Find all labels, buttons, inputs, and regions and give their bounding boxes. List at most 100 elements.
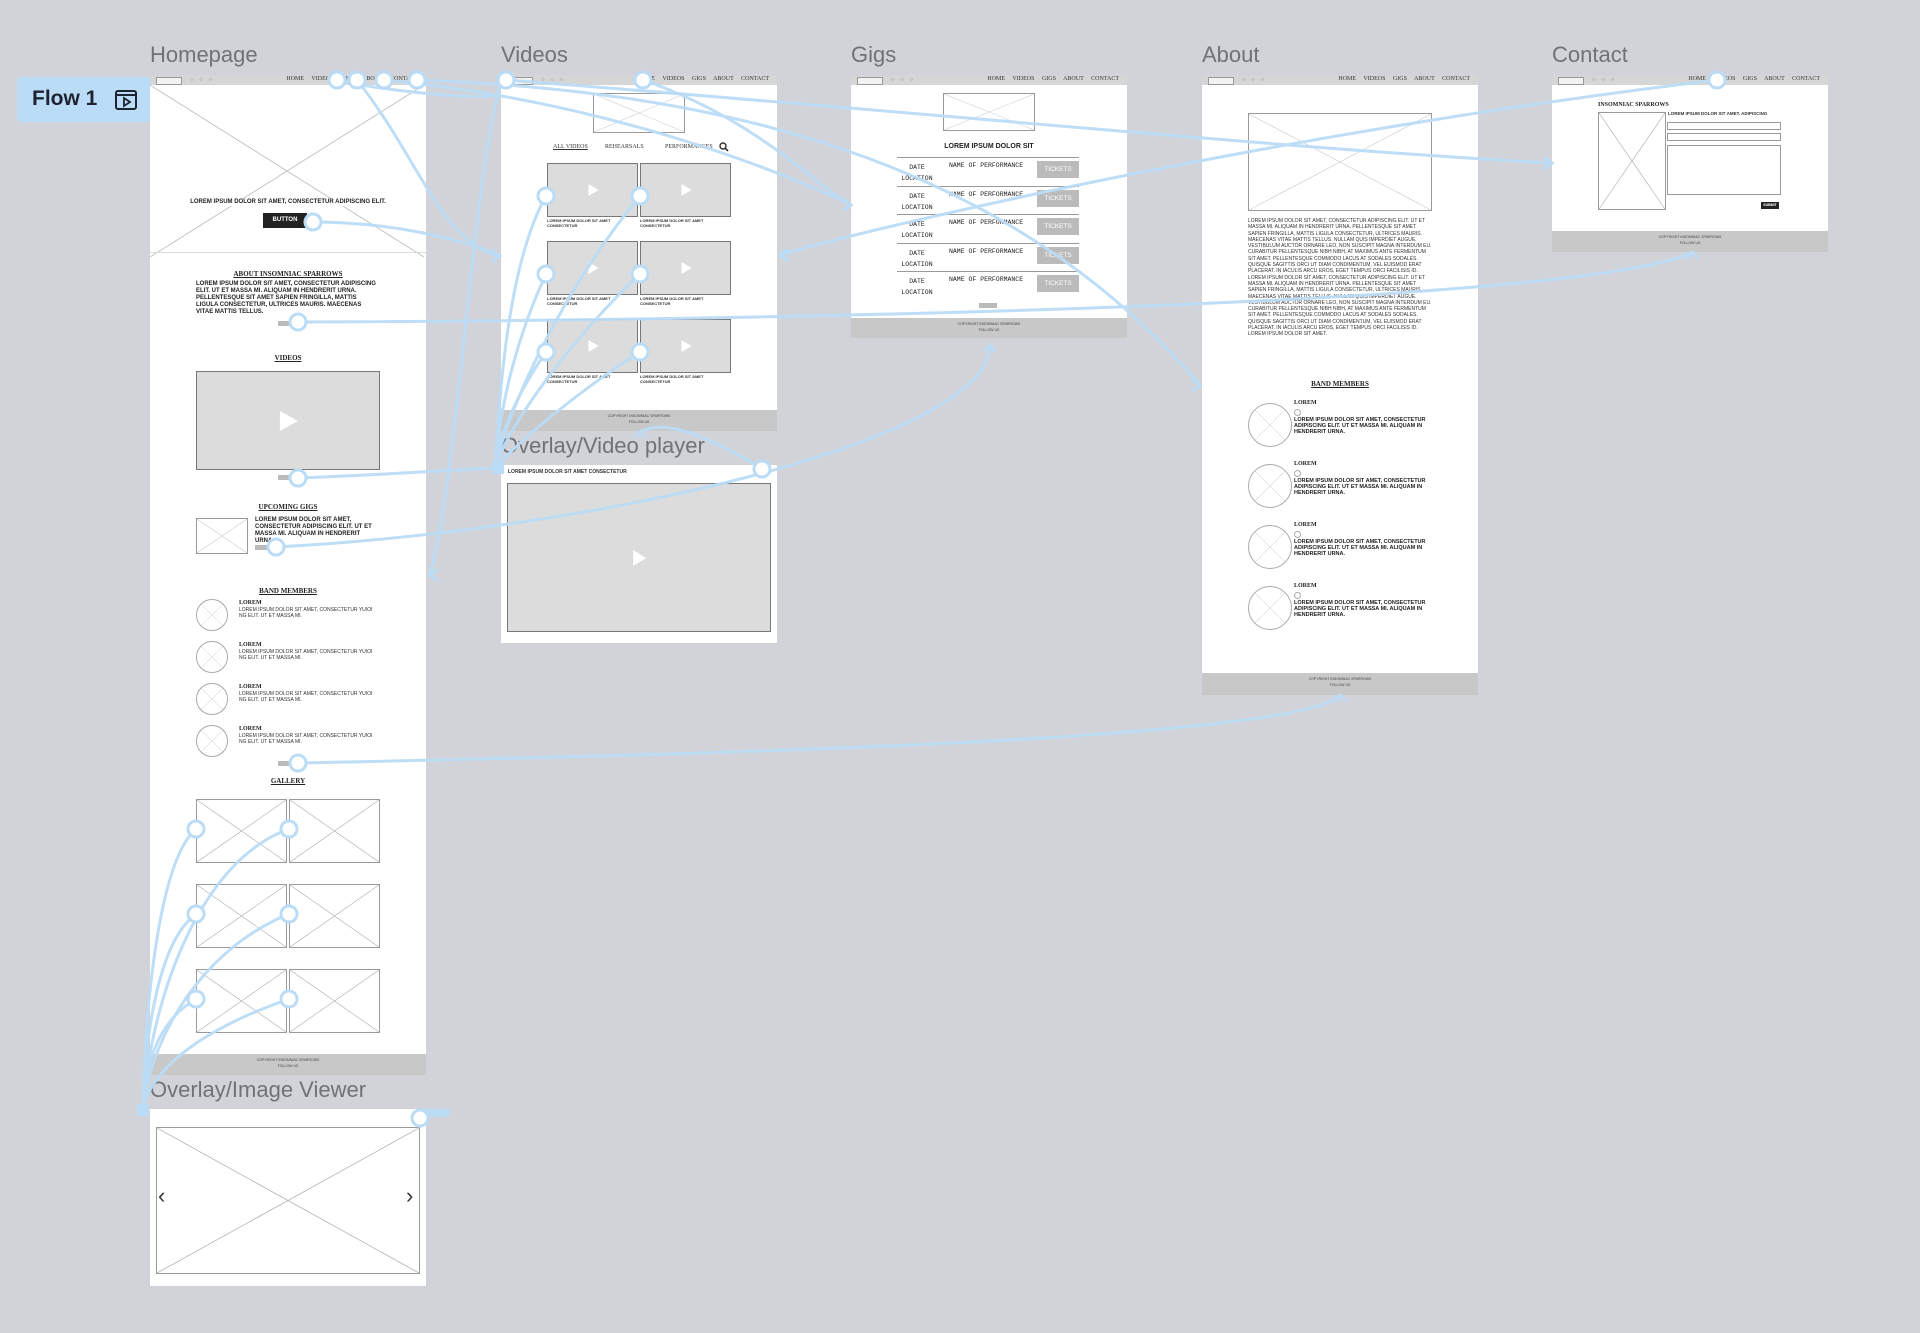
video-player-overlay-frame[interactable]: LOREM IPSUM DOLOR SIT AMET CONSECTETUR xyxy=(501,465,777,643)
submit-button[interactable]: SUBMIT xyxy=(1761,202,1779,209)
social-icons[interactable]: ○ ○ ○ xyxy=(891,77,915,83)
gallery-image[interactable] xyxy=(289,884,380,948)
footer-copyright: COPYRIGHT INSOMNIAC SPARROWS xyxy=(256,1058,320,1062)
hero-button[interactable]: BUTTON xyxy=(263,213,307,228)
play-frame-icon xyxy=(115,90,137,110)
videos-frame[interactable]: ○ ○ ○ HOME VIDEOS GIGS ABOUT CONTACT ALL… xyxy=(501,75,777,431)
play-icon[interactable] xyxy=(681,184,691,196)
flow-label-text: Flow 1 xyxy=(32,87,98,110)
member-text: LOREM IPSUM DOLOR SIT AMET, CONSECTETUR … xyxy=(1294,417,1426,435)
gallery-image[interactable] xyxy=(196,799,287,863)
tab-rehearsals[interactable]: REHEARSALS xyxy=(605,144,644,150)
frame-title-contact[interactable]: Contact xyxy=(1552,42,1628,68)
viewer-image-placeholder xyxy=(156,1127,420,1274)
arrowhead xyxy=(491,248,503,264)
play-icon[interactable] xyxy=(588,262,598,274)
gigs-more-button[interactable] xyxy=(255,545,269,550)
video-thumbnail[interactable] xyxy=(640,241,731,295)
video-player-caption: LOREM IPSUM DOLOR SIT AMET CONSECTETUR xyxy=(508,469,627,475)
social-icons[interactable]: ○ ○ ○ xyxy=(1242,77,1266,83)
message-field[interactable] xyxy=(1667,145,1781,195)
next-arrow-icon[interactable]: › xyxy=(406,1185,413,1207)
email-field[interactable] xyxy=(1667,133,1781,141)
footer-follow: FOLLOW US xyxy=(277,1064,299,1068)
prev-arrow-icon[interactable]: ‹ xyxy=(158,1185,165,1207)
video-thumbnail[interactable] xyxy=(547,319,638,373)
tickets-button[interactable]: TICKETS xyxy=(1037,189,1079,207)
logo[interactable] xyxy=(857,77,883,85)
play-icon[interactable] xyxy=(633,549,647,566)
social-icons[interactable]: ○ ○ ○ xyxy=(1592,77,1616,83)
gig-performance: NAME OF PERFORMANCE xyxy=(949,162,1024,169)
frame-title-homepage[interactable]: Homepage xyxy=(150,42,258,68)
overlay-video-player[interactable] xyxy=(507,483,771,632)
tickets-button[interactable]: TICKETS xyxy=(1037,161,1079,178)
footer-follow: FOLLOW US xyxy=(978,328,1000,332)
social-icons[interactable]: ○ ○ ○ xyxy=(541,77,565,83)
name-field[interactable] xyxy=(1667,122,1781,130)
arrowhead xyxy=(1684,249,1700,260)
play-icon[interactable] xyxy=(681,340,691,352)
gig-date-label: DATE xyxy=(909,164,925,171)
video-thumbnail[interactable] xyxy=(547,241,638,295)
logo[interactable] xyxy=(507,77,533,85)
play-icon[interactable] xyxy=(588,340,598,352)
social-icon[interactable] xyxy=(1294,409,1301,416)
video-thumbnail[interactable] xyxy=(547,163,638,217)
nav-links[interactable]: HOME VIDEOS GIGS ABOUT CONTACT xyxy=(286,76,418,82)
logo[interactable] xyxy=(156,77,182,85)
search-icon[interactable] xyxy=(719,142,729,152)
frame-title-about[interactable]: About xyxy=(1202,42,1260,68)
frame-title-videos[interactable]: Videos xyxy=(501,42,568,68)
contact-image-placeholder xyxy=(1598,112,1666,210)
arrowhead xyxy=(982,342,998,353)
social-icon[interactable] xyxy=(1294,592,1301,599)
image-viewer-overlay-frame[interactable]: ‹ › xyxy=(150,1109,426,1286)
member-name: LOREM xyxy=(239,642,262,648)
social-icon[interactable] xyxy=(1294,531,1301,538)
tab-all-videos[interactable]: ALL VIDEOS xyxy=(553,144,588,150)
about-more-button[interactable] xyxy=(278,321,292,326)
arrowhead xyxy=(427,567,439,583)
tickets-button[interactable]: TICKETS xyxy=(1037,275,1079,292)
gallery-image[interactable] xyxy=(289,799,380,863)
members-more-button[interactable] xyxy=(278,761,292,766)
tab-performances[interactable]: PERFORMANCES xyxy=(665,144,713,150)
logo[interactable] xyxy=(1208,77,1234,85)
nav-links[interactable]: HOME VIDEOS GIGS ABOUT CONTACT xyxy=(1338,76,1470,82)
gigs-load-more[interactable] xyxy=(979,303,997,308)
frame-title-image-viewer[interactable]: Overlay/Image Viewer xyxy=(150,1077,366,1103)
video-caption: LOREM IPSUM DOLOR SIT AMET CONSECTETUR xyxy=(547,218,611,228)
videos-heading: VIDEOS xyxy=(274,354,302,362)
nav-links[interactable]: HOME VIDEOS GIGS ABOUT CONTACT xyxy=(987,76,1119,82)
nav-links[interactable]: HOME VIDEOS GIGS ABOUT CONTACT xyxy=(637,76,769,82)
video-caption: LOREM IPSUM DOLOR SIT AMET CONSECTETUR xyxy=(640,296,704,306)
play-icon[interactable] xyxy=(681,262,691,274)
social-icon[interactable] xyxy=(1294,470,1301,477)
play-icon[interactable] xyxy=(588,184,598,196)
hero-image-placeholder xyxy=(150,85,424,257)
logo[interactable] xyxy=(1558,77,1584,85)
play-icon[interactable] xyxy=(279,410,298,431)
videos-more-button[interactable] xyxy=(278,475,292,480)
homepage-frame[interactable]: ○ ○ ○ HOME VIDEOS GIGS ABOUT CONTACT LOR… xyxy=(150,75,426,1075)
gig-location-label: LOCATION xyxy=(901,260,933,268)
social-icons[interactable]: ○ ○ ○ xyxy=(190,77,214,83)
flow-start-badge[interactable]: Flow 1 xyxy=(17,77,151,122)
gallery-image[interactable] xyxy=(196,884,287,948)
gallery-image[interactable] xyxy=(196,969,287,1033)
gallery-heading: GALLERY xyxy=(270,777,306,785)
gig-date-label: DATE xyxy=(909,221,925,228)
contact-frame[interactable]: ○ ○ ○ HOME VIDEOS GIGS ABOUT CONTACT INS… xyxy=(1552,75,1828,252)
home-video-player[interactable] xyxy=(196,371,380,470)
frame-title-video-player[interactable]: Overlay/Video player xyxy=(501,433,705,459)
tickets-button[interactable]: TICKETS xyxy=(1037,218,1079,235)
frame-title-gigs[interactable]: Gigs xyxy=(851,42,896,68)
video-thumbnail[interactable] xyxy=(640,319,731,373)
gallery-image[interactable] xyxy=(289,969,380,1033)
nav-links[interactable]: HOME VIDEOS GIGS ABOUT CONTACT xyxy=(1688,76,1820,82)
about-frame[interactable]: ○ ○ ○ HOME VIDEOS GIGS ABOUT CONTACT LOR… xyxy=(1202,75,1478,695)
gigs-frame[interactable]: ○ ○ ○ HOME VIDEOS GIGS ABOUT CONTACT LOR… xyxy=(851,75,1127,338)
tickets-button[interactable]: TICKETS xyxy=(1037,246,1079,264)
video-thumbnail[interactable] xyxy=(640,163,731,217)
